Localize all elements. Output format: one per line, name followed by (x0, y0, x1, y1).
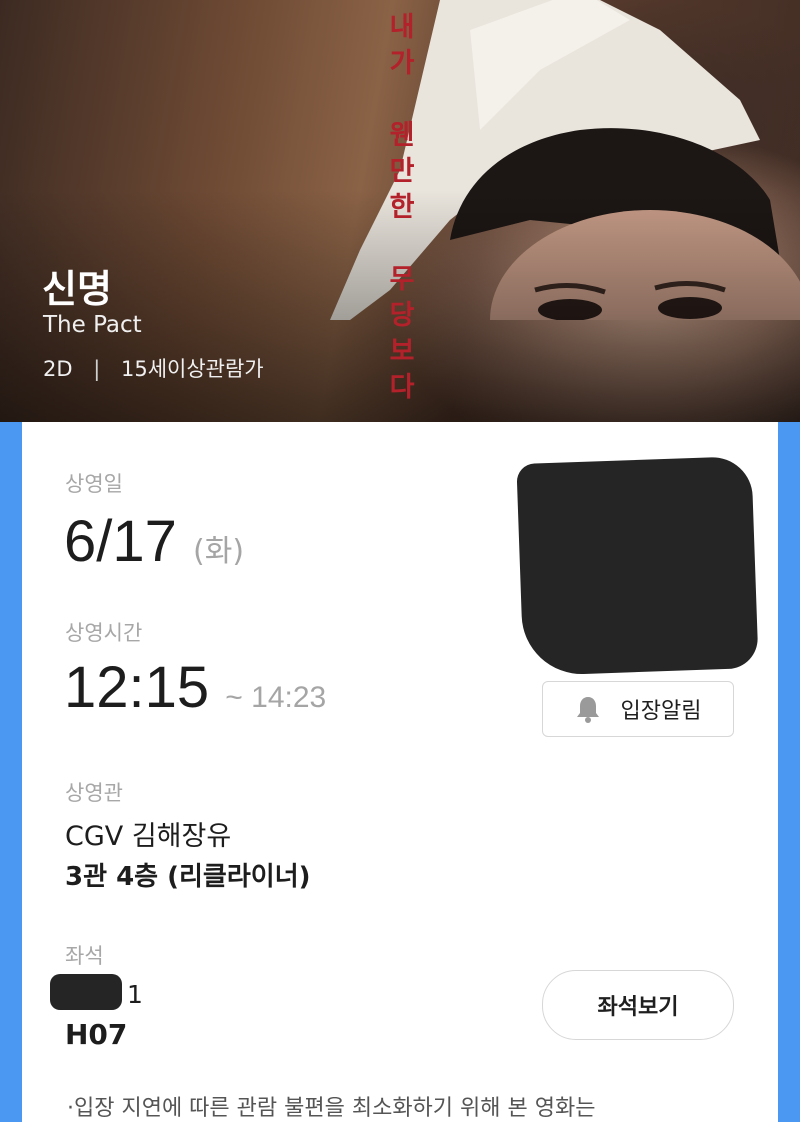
poster-char: 내 (389, 12, 415, 43)
notice-text: ·입장 지연에 따른 관람 불편을 최소화하기 위해 본 영화는 (67, 1096, 596, 1121)
date-label: 상영일 (65, 472, 123, 496)
poster-gap (385, 82, 419, 118)
seat-code: H07 (65, 1018, 128, 1051)
poster-char: 가 (389, 48, 415, 79)
start-time: 12:15 (64, 655, 210, 720)
ticket-card: 상영일 6/17 (화) 상영시간 12:15 ~ 14:23 입장알림 상영관… (22, 422, 778, 1122)
poster-char: 만 (389, 156, 415, 187)
poster-char: 다 (389, 372, 415, 403)
qr-code-redacted (516, 455, 759, 677)
bell-icon (576, 697, 599, 723)
seat-label: 좌석 (65, 944, 104, 968)
movie-title: 신명 (42, 267, 112, 311)
poster-vertical-text: 내 가 웬 만 한 무 당 보 다 (385, 10, 419, 406)
theater-name: CGV 김해장유 (65, 821, 232, 852)
screening-date: 6/17 (화) (64, 508, 244, 575)
meta-separator: | (93, 357, 101, 381)
poster-char: 한 (389, 192, 415, 223)
seat-redacted (50, 974, 122, 1010)
date-value: 6/17 (64, 509, 177, 574)
poster-char: 당 (389, 300, 415, 331)
seat-suffix: 1 (127, 980, 143, 1009)
screening-time: 12:15 ~ 14:23 (64, 654, 326, 721)
time-label: 상영시간 (65, 621, 143, 645)
theater-label: 상영관 (65, 781, 123, 805)
theater-hall: 3관 4층 (리클라이너) (65, 862, 311, 892)
view-seat-label: 좌석보기 (597, 995, 679, 1020)
poster-char: 웬 (389, 120, 415, 151)
entry-alert-label: 입장알림 (620, 699, 702, 724)
view-seat-button[interactable]: 좌석보기 (542, 970, 734, 1040)
movie-poster-header: 내 가 웬 만 한 무 당 보 다 신명 The Pact 2D | 15세이상… (0, 0, 800, 422)
movie-rating: 15세이상관람가 (120, 357, 264, 381)
poster-char: 무 (389, 264, 415, 295)
poster-gap (385, 226, 419, 262)
movie-format: 2D (43, 357, 73, 381)
end-time: ~ 14:23 (225, 681, 327, 714)
weekday: (화) (193, 534, 245, 569)
poster-char: 보 (389, 336, 415, 367)
movie-meta: 2D | 15세이상관람가 (43, 353, 264, 383)
entry-alert-button[interactable]: 입장알림 (542, 681, 734, 737)
movie-english-title: The Pact (43, 312, 142, 338)
